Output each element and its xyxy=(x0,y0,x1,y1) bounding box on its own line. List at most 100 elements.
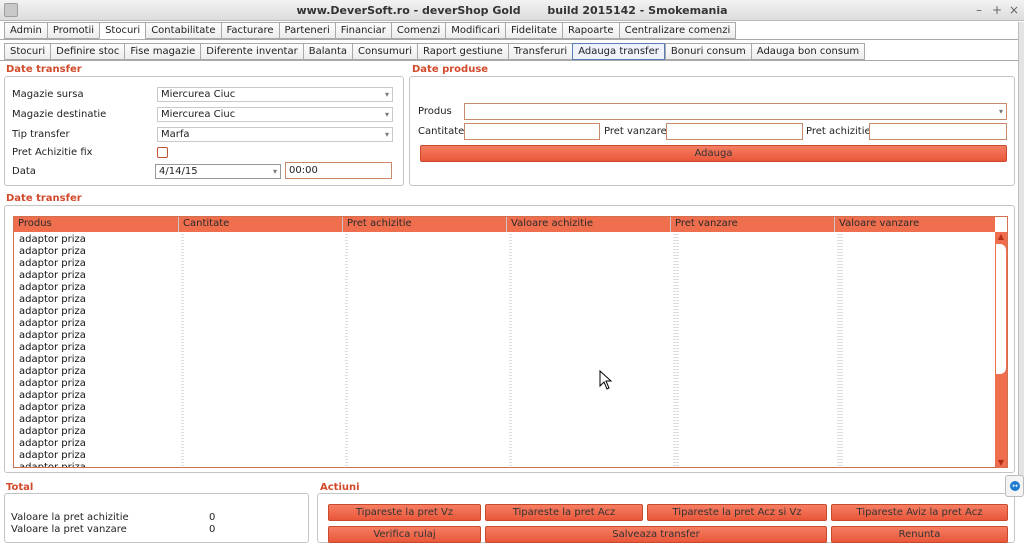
transfer-section-title: Date transfer xyxy=(6,64,82,75)
subtab-bonuri-consum[interactable]: Bonuri consum xyxy=(664,43,751,60)
column-header-pret-vanzare[interactable]: Pret vanzare xyxy=(670,217,834,232)
source-warehouse-value: Miercurea Ciuc xyxy=(161,89,236,100)
purchase-total-label: Valoare la pret achizitie xyxy=(11,512,129,523)
product-select[interactable]: ▾ xyxy=(464,103,1007,120)
sub-tab-bar: Stocuri Definire stoc Fise magazie Diferent… xyxy=(4,43,866,60)
table-row[interactable]: adaptor priza xyxy=(19,438,86,450)
total-section-title: Total xyxy=(6,482,34,493)
subtab-transferuri[interactable]: Transferuri xyxy=(507,43,573,60)
date-value: 4/14/15 xyxy=(159,166,198,177)
tab-parteneri[interactable]: Parteneri xyxy=(278,22,335,39)
check-turnover-button[interactable]: Verifica rulaj xyxy=(328,526,481,543)
tab-stocuri[interactable]: Stocuri xyxy=(99,22,146,39)
print-aviz-button[interactable]: Tipareste Aviz la pret Acz xyxy=(831,504,1008,521)
chevron-down-icon: ▾ xyxy=(272,167,277,176)
column-header-valoare-achizitie[interactable]: Valoare achizitie xyxy=(506,217,670,232)
tab-promotii[interactable]: Promotii xyxy=(46,22,100,39)
subtab-definire-stoc[interactable]: Definire stoc xyxy=(50,43,125,60)
time-input[interactable]: 00:00 xyxy=(285,162,392,179)
column-separator xyxy=(181,234,184,466)
table-row[interactable]: adaptor priza xyxy=(19,270,86,282)
table-row[interactable]: adaptor priza xyxy=(19,354,86,366)
transfer-form-panel: Magazie sursa Miercurea Ciuc ▾ Magazie d… xyxy=(4,76,404,186)
table-row[interactable]: adaptor priza xyxy=(19,414,86,426)
purchase-price-input[interactable] xyxy=(869,123,1007,140)
window-titlebar: www.DeverSoft.ro - deverShop Gold build … xyxy=(0,0,1024,21)
table-row[interactable]: adaptor priza xyxy=(19,246,86,258)
print-sale-price-button[interactable]: Tipareste la pret Vz xyxy=(328,504,481,521)
tab-financiar[interactable]: Financiar xyxy=(334,22,391,39)
save-transfer-button[interactable]: Salveaza transfer xyxy=(485,526,827,543)
print-purchase-price-button[interactable]: Tipareste la pret Acz xyxy=(485,504,643,521)
table-row[interactable]: adaptor priza xyxy=(19,450,86,462)
table-row[interactable]: adaptor priza xyxy=(19,426,86,438)
tab-comenzi[interactable]: Comenzi xyxy=(390,22,446,39)
transfer-type-select[interactable]: Marfa ▾ xyxy=(157,127,393,142)
chevron-down-icon: ▾ xyxy=(384,130,389,139)
table-scrollbar[interactable]: ▲ ▼ xyxy=(995,232,1007,467)
print-both-prices-button[interactable]: Tipareste la pret Acz si Vz xyxy=(647,504,827,521)
column-separator xyxy=(509,234,512,466)
scroll-down-icon[interactable]: ▼ xyxy=(995,458,1007,467)
add-product-button[interactable]: Adauga xyxy=(420,145,1007,162)
source-warehouse-select[interactable]: Miercurea Ciuc ▾ xyxy=(157,87,393,102)
transfer-type-value: Marfa xyxy=(161,129,190,140)
column-header-cantitate[interactable]: Cantitate xyxy=(178,217,342,232)
subtab-adauga-bon-consum[interactable]: Adauga bon consum xyxy=(750,43,866,60)
tab-modificari[interactable]: Modificari xyxy=(445,22,505,39)
subtab-diferente-inventar[interactable]: Diferente inventar xyxy=(200,43,303,60)
table-row[interactable]: adaptor priza xyxy=(19,306,86,318)
table-header: Produs Cantitate Pret achizitie Valoare ach… xyxy=(14,217,995,232)
table-row[interactable]: adaptor priza xyxy=(19,258,86,270)
subtab-balanta[interactable]: Balanta xyxy=(302,43,353,60)
sub-tab-divider xyxy=(0,60,1024,61)
subtab-stocuri[interactable]: Stocuri xyxy=(4,43,51,60)
tab-admin[interactable]: Admin xyxy=(4,22,47,39)
column-separator xyxy=(345,234,348,466)
minimize-icon[interactable]: – xyxy=(972,3,986,17)
column-header-pret-achizitie[interactable]: Pret achizitie xyxy=(342,217,506,232)
tab-facturare[interactable]: Facturare xyxy=(220,22,279,39)
table-row[interactable]: adaptor priza xyxy=(19,294,86,306)
destination-warehouse-value: Miercurea Ciuc xyxy=(161,109,236,120)
transfer-items-table[interactable]: Produs Cantitate Pret achizitie Valoare ach… xyxy=(13,216,1008,468)
tab-fidelitate[interactable]: Fidelitate xyxy=(504,22,562,39)
subtab-fise-magazie[interactable]: Fise magazie xyxy=(124,43,201,60)
scroll-up-icon[interactable]: ▲ xyxy=(995,232,1007,242)
actions-section-title: Actiuni xyxy=(320,482,360,493)
sale-total-value: 0 xyxy=(209,524,216,535)
table-row[interactable]: adaptor priza xyxy=(19,390,86,402)
table-row[interactable]: adaptor priza xyxy=(19,330,86,342)
table-row[interactable]: adaptor priza xyxy=(19,342,86,354)
table-row[interactable]: adaptor priza xyxy=(19,462,86,467)
subtab-consumuri[interactable]: Consumuri xyxy=(352,43,417,60)
table-row[interactable]: adaptor priza xyxy=(19,282,86,294)
table-row[interactable]: adaptor priza xyxy=(19,318,86,330)
maximize-icon[interactable]: + xyxy=(990,3,1004,17)
table-row[interactable]: adaptor priza xyxy=(19,378,86,390)
table-row[interactable]: adaptor priza xyxy=(19,366,86,378)
tab-contabilitate[interactable]: Contabilitate xyxy=(145,22,221,39)
date-picker[interactable]: 4/14/15 ▾ xyxy=(155,164,281,179)
column-header-produs[interactable]: Produs xyxy=(14,217,178,232)
close-icon[interactable]: × xyxy=(1007,3,1021,17)
teamviewer-icon[interactable]: ↔ xyxy=(1005,475,1024,497)
sale-price-input[interactable] xyxy=(666,123,803,140)
cancel-button[interactable]: Renunta xyxy=(831,526,1008,543)
main-tab-divider xyxy=(0,39,1024,40)
purchase-total-value: 0 xyxy=(209,512,216,523)
subtab-adauga-transfer[interactable]: Adauga transfer xyxy=(572,43,665,60)
quantity-input[interactable] xyxy=(464,123,600,140)
subtab-raport-gestiune[interactable]: Raport gestiune xyxy=(416,43,508,60)
scroll-thumb[interactable] xyxy=(996,244,1006,374)
fixed-price-label: Pret Achizitie fix xyxy=(12,147,93,158)
column-header-valoare-vanzare[interactable]: Valoare vanzare xyxy=(834,217,995,232)
tab-centralizare-comenzi[interactable]: Centralizare comenzi xyxy=(618,22,737,39)
table-row[interactable]: adaptor priza xyxy=(19,402,86,414)
tab-rapoarte[interactable]: Rapoarte xyxy=(561,22,619,39)
fixed-price-checkbox[interactable] xyxy=(157,147,168,158)
table-row[interactable]: adaptor priza xyxy=(19,234,86,246)
mouse-cursor-icon xyxy=(599,370,613,390)
chevron-down-icon: ▾ xyxy=(998,107,1003,116)
destination-warehouse-select[interactable]: Miercurea Ciuc ▾ xyxy=(157,107,393,122)
